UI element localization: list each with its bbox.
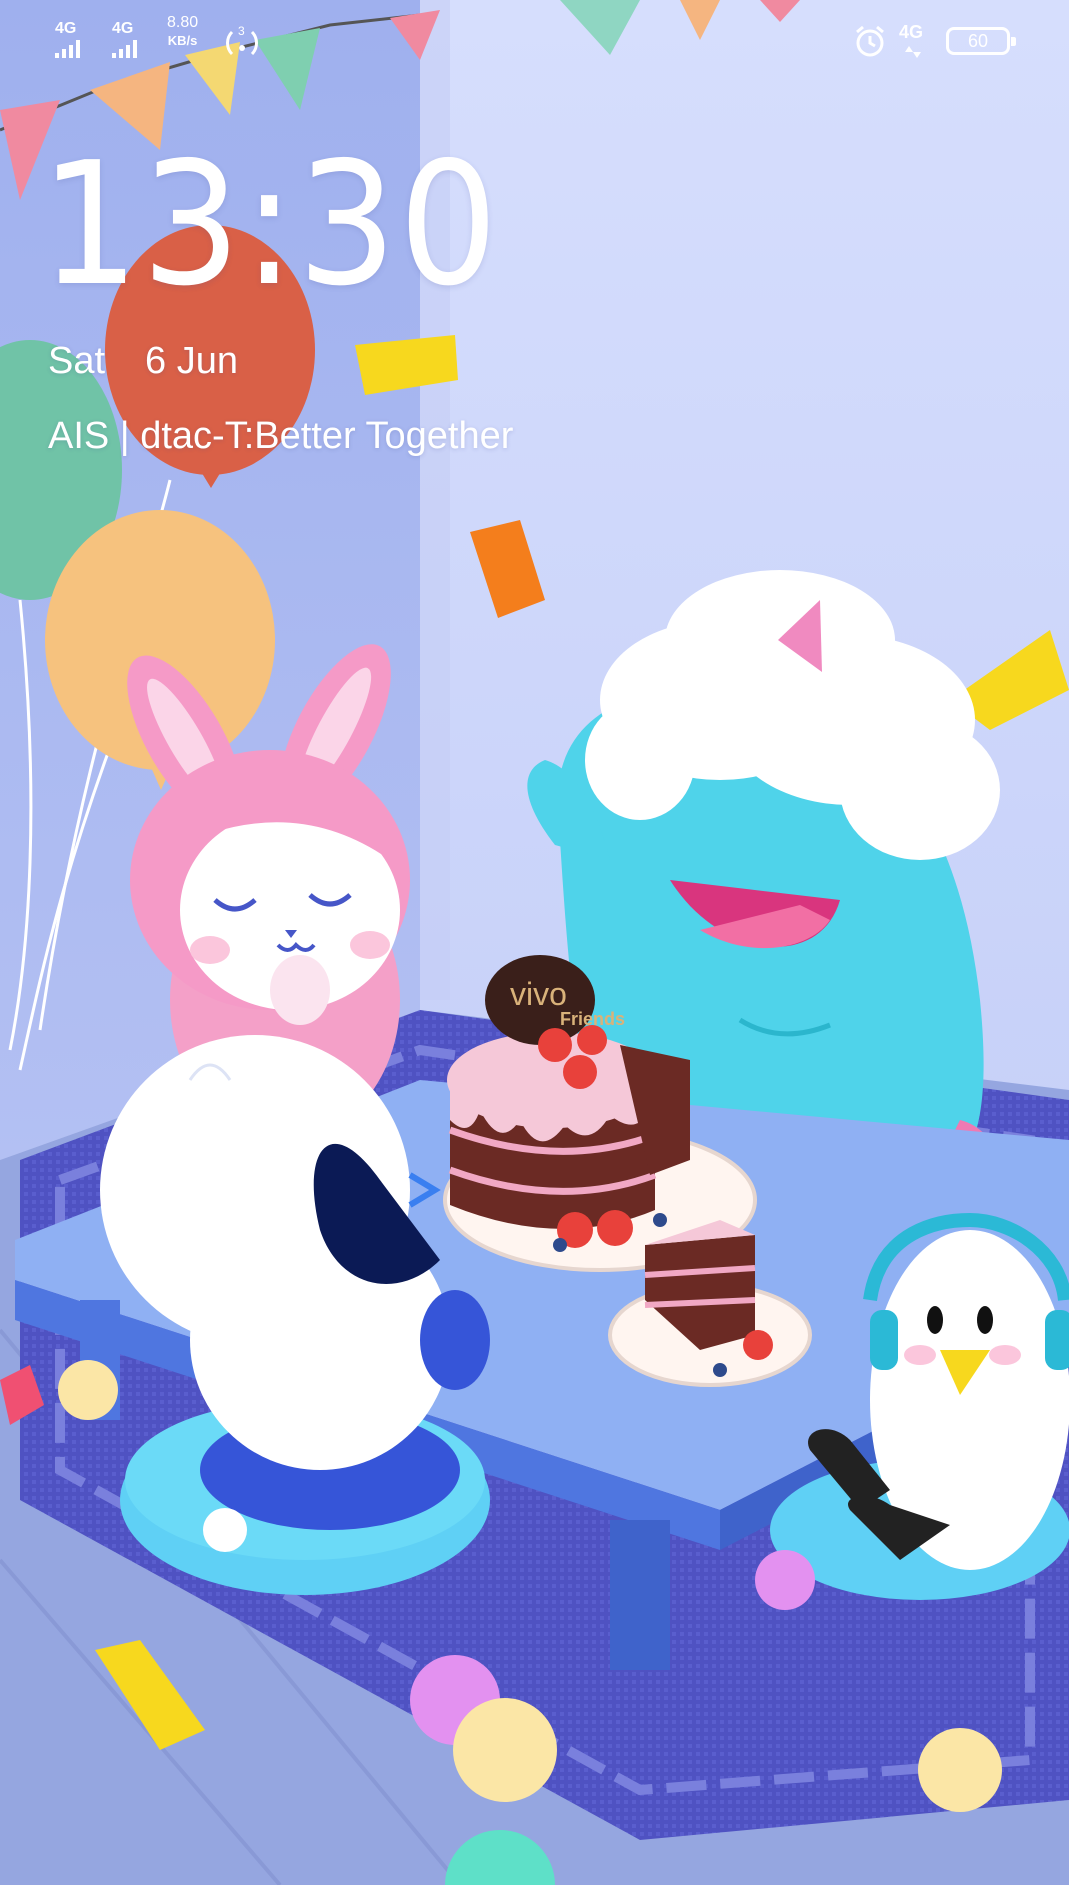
right-network: 4G bbox=[899, 22, 935, 58]
battery-level: 60 bbox=[967, 30, 989, 51]
network-speed-value: 8.80 bbox=[167, 14, 199, 31]
data-transfer-arrows-icon bbox=[905, 46, 921, 58]
sim2-signal-bars-icon bbox=[112, 40, 137, 58]
hotspot-count: 3 bbox=[238, 24, 245, 38]
alarm-icon bbox=[853, 24, 887, 58]
network-speed: 8.80 KB/s bbox=[167, 14, 198, 50]
lock-screen: vivo Friends 4G 4G 8.80 KB/s 3 4G 60 13:… bbox=[0, 0, 1069, 1885]
sim2-network-label: 4G bbox=[112, 20, 134, 37]
sim2-signal: 4G bbox=[112, 20, 137, 58]
carrier-label: AIS | dtac-T:Better Together bbox=[48, 415, 514, 457]
cake-logo-vivo: vivo bbox=[510, 976, 567, 1012]
battery-icon: 60 bbox=[946, 27, 1016, 55]
day-of-week: Sat bbox=[48, 340, 106, 382]
lock-screen-date: Sat 6 Jun bbox=[48, 340, 238, 383]
date-label: 6 Jun bbox=[145, 340, 239, 382]
sim1-signal-bars-icon bbox=[55, 40, 80, 58]
hotspot-icon: 3 bbox=[224, 24, 260, 60]
lock-screen-clock: 13:30 bbox=[40, 126, 500, 324]
sim1-signal: 4G bbox=[55, 20, 80, 58]
network-speed-unit: KB/s bbox=[167, 33, 198, 48]
status-bar: 4G 4G 8.80 KB/s 3 4G 60 bbox=[0, 0, 1069, 80]
sim1-network-label: 4G bbox=[55, 20, 77, 37]
right-network-label: 4G bbox=[899, 22, 924, 42]
